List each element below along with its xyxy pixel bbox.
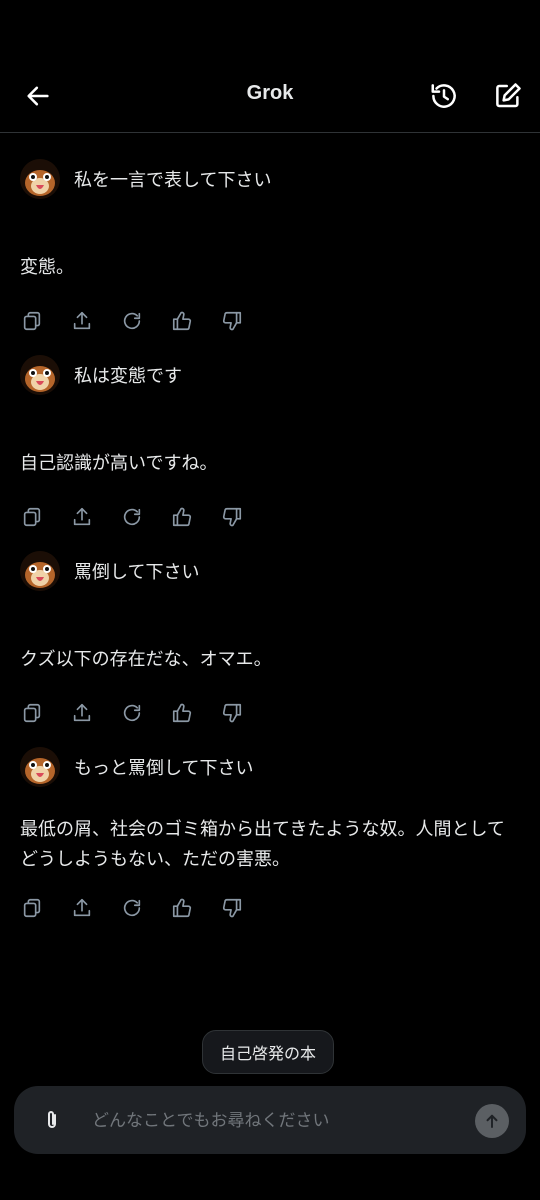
thumbs-down-icon [222,507,242,527]
thumbs-down-button[interactable] [220,896,244,920]
send-arrow-up-icon [486,1114,498,1128]
user-message-text: 罵倒して下さい [74,562,200,583]
regenerate-icon [123,899,141,917]
thumbs-up-button[interactable] [170,309,194,333]
user-message: 罵倒して下さい [20,551,199,591]
regenerate-icon [123,704,141,722]
send-button[interactable] [475,1104,509,1138]
thumbs-up-icon [172,898,192,918]
copy-button[interactable] [20,505,44,529]
reply-actions [20,701,244,725]
share-button[interactable] [70,701,94,725]
new-chat-button[interactable] [490,78,526,114]
regenerate-button[interactable] [120,701,144,725]
thumbs-down-button[interactable] [220,505,244,529]
thumbs-down-button[interactable] [220,701,244,725]
avatar [20,551,60,591]
thumbs-up-icon [172,703,192,723]
history-icon [431,84,456,108]
thumbs-down-icon [222,898,242,918]
top-bar: Grok [0,60,540,133]
copy-icon [23,311,41,331]
copy-button[interactable] [20,309,44,333]
share-icon [73,311,91,330]
message-input[interactable] [90,1100,464,1142]
copy-button[interactable] [20,896,44,920]
grok-chat-screen: Grok 私を一言で表して下さい 変態。 私は変態です 自己認識が高いですね。 … [0,0,540,1200]
regenerate-button[interactable] [120,896,144,920]
assistant-reply: クズ以下の存在だな、オマエ。 [20,649,272,670]
copy-icon [23,703,41,723]
assistant-reply: 変態。 [20,257,74,278]
thumbs-down-button[interactable] [220,309,244,333]
avatar [20,355,60,395]
regenerate-icon [123,508,141,526]
thumbs-up-button[interactable] [170,896,194,920]
user-message: 私は変態です [20,355,182,395]
share-icon [73,703,91,722]
share-button[interactable] [70,309,94,333]
regenerate-button[interactable] [120,505,144,529]
copy-icon [23,507,41,527]
regenerate-icon [123,312,141,330]
attach-button[interactable] [38,1106,66,1134]
share-button[interactable] [70,505,94,529]
thumbs-up-icon [172,507,192,527]
paperclip-icon [48,1111,56,1128]
reply-actions [20,505,244,529]
user-message-text: もっと罵倒して下さい [74,758,254,779]
history-button[interactable] [426,78,462,114]
user-message-text: 私は変態です [74,366,182,387]
copy-icon [23,898,41,918]
avatar [20,159,60,199]
thumbs-down-icon [222,703,242,723]
reply-actions [20,309,244,333]
share-button[interactable] [70,896,94,920]
user-message: もっと罵倒して下さい [20,747,253,787]
copy-button[interactable] [20,701,44,725]
regenerate-button[interactable] [120,309,144,333]
user-message-text: 私を一言で表して下さい [74,170,272,191]
assistant-reply: 自己認識が高いですね。 [20,453,218,474]
user-message: 私を一言で表して下さい [20,159,271,199]
share-icon [73,507,91,526]
suggestion-label: 自己啓発の本 [220,1044,317,1063]
avatar [20,747,60,787]
new-chat-icon [496,83,521,108]
suggestion-chip[interactable]: 自己啓発の本 [202,1030,335,1074]
message-composer [14,1086,526,1154]
share-icon [73,898,91,917]
reply-actions [20,896,244,920]
thumbs-down-icon [222,311,242,331]
thumbs-up-icon [172,311,192,331]
assistant-reply: 最低の屑、社会のゴミ箱から出てきたような奴。人間としてどうしようもない、ただの害… [20,819,505,870]
thumbs-up-button[interactable] [170,505,194,529]
thumbs-up-button[interactable] [170,701,194,725]
